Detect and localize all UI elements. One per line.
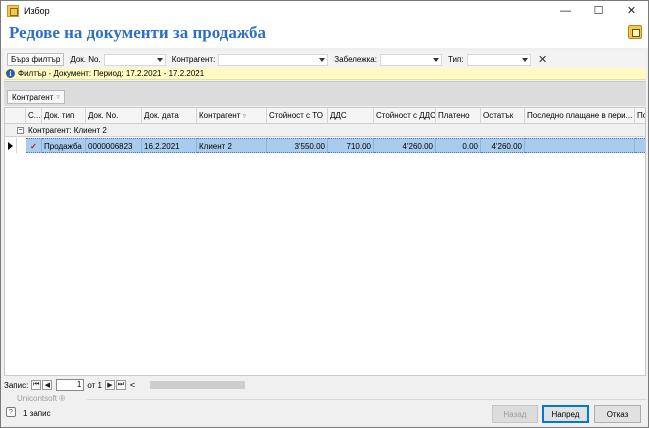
group-chip-label: Контрагент <box>12 92 54 102</box>
record-count-label: от 1 <box>87 380 102 390</box>
doc-no-label: Док. No. <box>70 55 101 64</box>
filter-icon[interactable]: ▿ <box>243 113 247 120</box>
row-indicator <box>5 138 17 153</box>
column-header-value-to[interactable]: Стойност с ТО <box>267 108 328 124</box>
next-button[interactable]: Напред <box>542 405 589 423</box>
maximize-button[interactable]: ☐ <box>582 1 615 20</box>
group-chip-counterparty[interactable]: Контрагент ▿ <box>7 90 65 104</box>
column-header-value-with-vat[interactable]: Стойност с ДДС <box>374 108 436 124</box>
horizontal-scrollbar[interactable] <box>148 380 646 390</box>
collapse-icon[interactable]: − <box>17 126 24 134</box>
minimize-button[interactable]: — <box>549 1 582 20</box>
column-header-indicator <box>5 108 26 124</box>
group-row-label: Контрагент: Клиент 2 <box>28 125 107 135</box>
close-button[interactable]: ✕ <box>615 1 648 20</box>
title-bar: Избор — ☐ ✕ <box>1 1 648 20</box>
help-icon[interactable]: ? <box>6 407 16 417</box>
table-row[interactable]: ✓ Продажба 0000006823 16.2.2021 Клиент 2… <box>5 138 645 153</box>
column-header-remaining[interactable]: Остатък <box>481 108 525 124</box>
column-header-counterparty-label: Контрагент <box>199 111 241 120</box>
cell-doc-no[interactable]: 0000006823 <box>86 138 142 153</box>
cell-last-payment[interactable] <box>525 138 635 153</box>
current-record-input[interactable]: 1 <box>56 379 85 391</box>
counterparty-label: Контрагент: <box>171 55 216 64</box>
page-title: Редове на документи за продажба <box>9 23 266 42</box>
chevron-down-icon <box>156 57 163 62</box>
note-label: Забележка: <box>334 55 377 64</box>
doc-no-combo[interactable] <box>103 53 166 66</box>
column-header-vat[interactable]: ДДС <box>328 108 374 124</box>
cell-doc-date[interactable]: 16.2.2021 <box>142 138 197 153</box>
record-navigator: Запис: ⏮ ◀ 1 от 1 ▶ ⏭ < <box>4 378 646 392</box>
column-header-last-payment[interactable]: Последно плащане в пери... <box>525 108 635 124</box>
footer-divider <box>87 399 647 400</box>
column-header-doc-type[interactable]: Док. тип <box>42 108 86 124</box>
cell-doc-type[interactable]: Продажба <box>42 138 86 153</box>
info-icon: i <box>6 69 15 78</box>
filter-info-text: Филтър - Документ: Период: 17.2.2021 - 1… <box>18 69 205 78</box>
grid-header: С... Док. тип Док. No. Док. дата Контраг… <box>5 108 645 124</box>
chevron-down-icon <box>319 57 326 62</box>
brand-label: Unicontsoft ® <box>17 394 66 403</box>
cell-value-to[interactable]: 3'550.00 <box>267 138 328 153</box>
back-button[interactable]: Назад <box>492 405 538 423</box>
note-combo[interactable] <box>379 53 442 66</box>
quick-filter-button[interactable]: Бърз филтър <box>7 53 65 66</box>
counterparty-combo[interactable] <box>218 53 329 66</box>
chevron-down-icon <box>521 57 528 62</box>
cell-vat[interactable]: 710.00 <box>328 138 374 153</box>
scroll-left-icon[interactable]: < <box>130 380 135 390</box>
column-header-paid[interactable]: Платено <box>436 108 481 124</box>
group-indent <box>17 138 26 153</box>
type-label: Тип: <box>447 55 464 64</box>
cell-paid[interactable]: 0.00 <box>436 138 481 153</box>
column-header-doc-no[interactable]: Док. No. <box>86 108 142 124</box>
check-mark-icon[interactable]: ✓ <box>26 138 42 153</box>
cancel-button[interactable]: Отказ <box>594 405 641 423</box>
records-count: 1 запис <box>23 409 51 418</box>
type-combo[interactable] <box>466 53 531 66</box>
header-band: Редове на документи за продажба <box>1 20 648 48</box>
last-record-icon[interactable]: ⏭ <box>115 380 126 390</box>
scrollbar-thumb[interactable] <box>150 381 245 389</box>
selection-window: Избор — ☐ ✕ Редове на документи за прода… <box>0 0 649 428</box>
clear-filter-icon[interactable]: ✕ <box>537 54 549 66</box>
column-header-status[interactable]: С... <box>26 108 42 124</box>
cell-counterparty[interactable]: Клиент 2 <box>197 138 267 153</box>
column-header-counterparty[interactable]: Контрагент ▿ <box>197 108 267 124</box>
group-by-panel: Контрагент ▿ <box>4 81 646 106</box>
first-record-icon[interactable]: ⏮ <box>31 380 42 390</box>
filter-icon[interactable]: ▿ <box>56 93 60 101</box>
filter-info-bar: i Филтър - Документ: Период: 17.2.2021 -… <box>4 68 646 80</box>
layout-icon[interactable] <box>628 25 642 39</box>
column-header-doc-date[interactable]: Док. дата <box>142 108 197 124</box>
window-controls: — ☐ ✕ <box>549 1 648 20</box>
row-pointer-icon <box>8 142 13 150</box>
next-record-icon[interactable]: ▶ <box>104 380 115 390</box>
window-title: Избор <box>24 5 50 16</box>
cell-remaining[interactable]: 4'260.00 <box>481 138 525 153</box>
group-row-counterparty[interactable]: − Контрагент: Клиент 2 <box>5 124 645 137</box>
quick-filter-bar: Бърз филтър Док. No. Контрагент: Забележ… <box>4 51 646 68</box>
data-grid: С... Док. тип Док. No. Док. дата Контраг… <box>4 107 646 376</box>
navigator-label: Запис: <box>4 380 29 390</box>
cell-value-with-vat[interactable]: 4'260.00 <box>374 138 436 153</box>
previous-record-icon[interactable]: ◀ <box>42 380 53 390</box>
app-icon <box>7 4 19 17</box>
chevron-down-icon <box>432 57 439 62</box>
cell-extra[interactable] <box>635 138 645 153</box>
column-header-extra[interactable]: Пор <box>635 108 645 124</box>
